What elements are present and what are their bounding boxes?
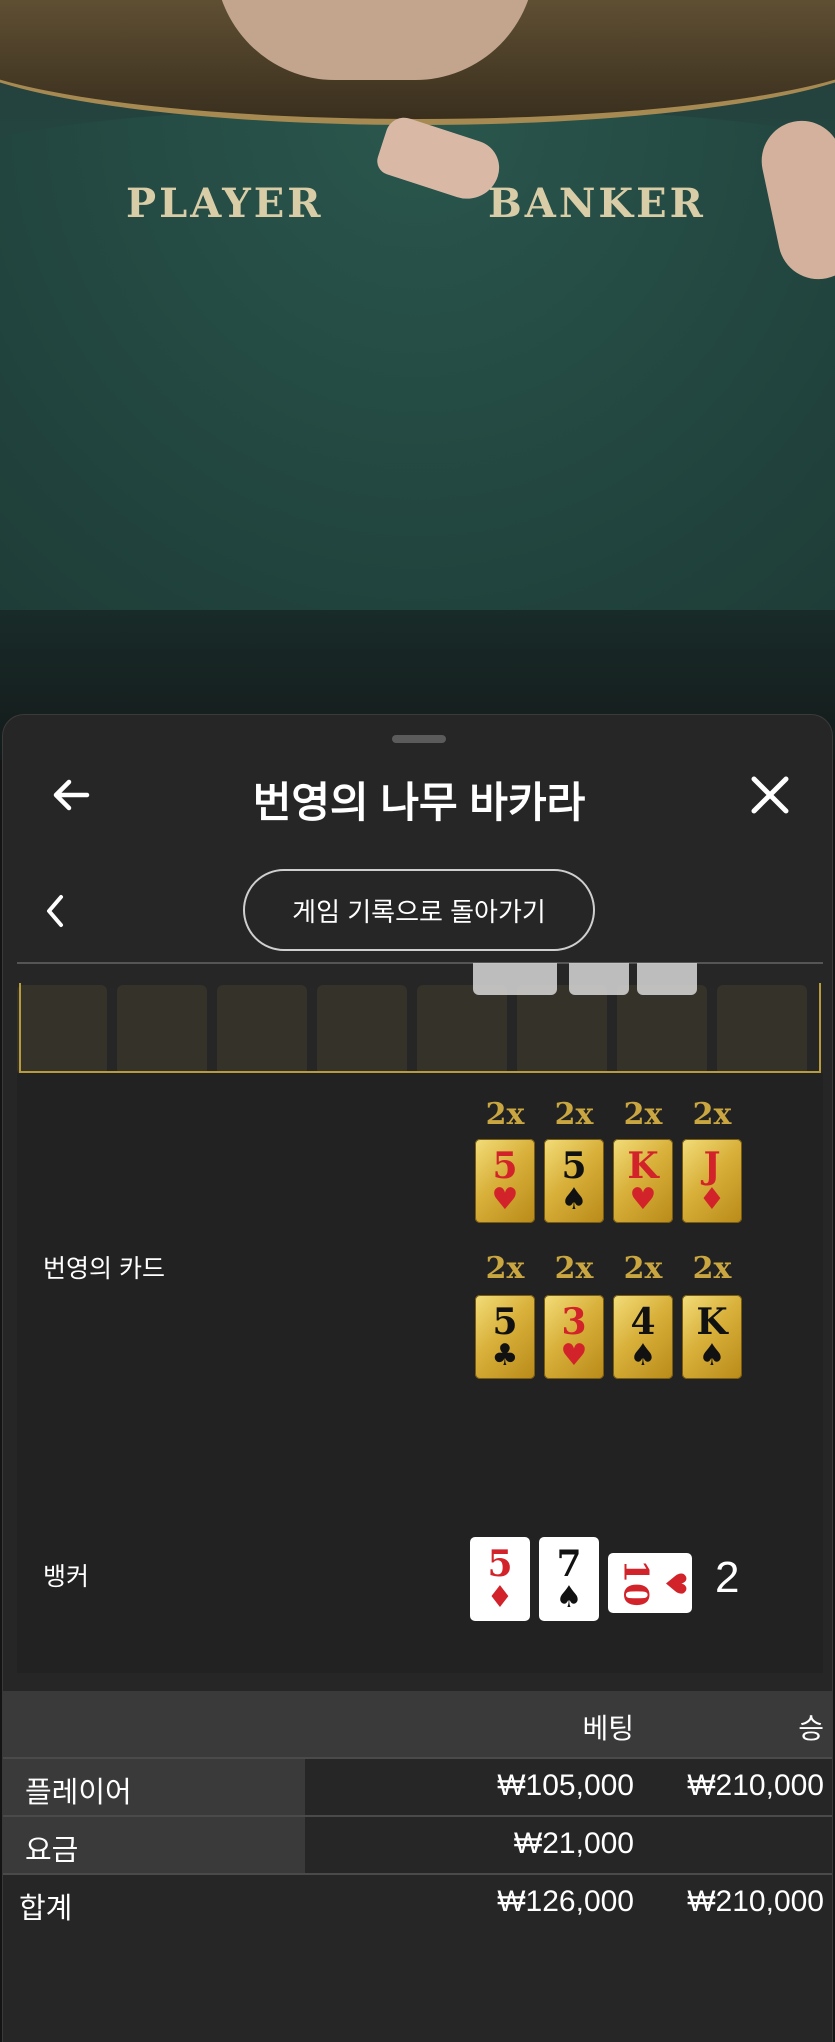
lucky-card: 3 ♥ bbox=[544, 1295, 604, 1379]
history-sheet: 번영의 나무 바카라 게임 기록으로 돌아가기 번영의 카드 2x 2x 2x … bbox=[2, 714, 833, 2042]
bet-column-header: 베팅 bbox=[582, 1713, 634, 1744]
highlight-frame bbox=[19, 983, 821, 1073]
multiplier-badge: 2x bbox=[623, 1097, 663, 1132]
banker-card: 7 ♠ bbox=[539, 1537, 599, 1621]
row-label: 요금 bbox=[25, 1835, 79, 1867]
divider bbox=[17, 962, 823, 964]
return-to-history-button[interactable]: 게임 기록으로 돌아가기 bbox=[243, 869, 595, 951]
bet-amount: ₩21,000 bbox=[513, 1827, 634, 1860]
close-icon[interactable] bbox=[746, 771, 794, 819]
total-win-amount: ₩210,000 bbox=[687, 1885, 824, 1918]
arrow-left-icon[interactable] bbox=[47, 771, 95, 819]
multiplier-badge: 2x bbox=[485, 1097, 525, 1132]
summary-row-total: 합계 ₩126,000 ₩210,000 bbox=[3, 1875, 832, 1933]
row-label: 플레이어 bbox=[25, 1777, 132, 1809]
table-label-player: PLAYER bbox=[126, 180, 324, 227]
lucky-card: 5 ♠ bbox=[544, 1139, 604, 1223]
live-video-feed: PLAYER BANKER bbox=[0, 0, 835, 760]
lucky-card: K ♥ bbox=[613, 1139, 673, 1223]
banker-card: 5 ♦ bbox=[470, 1537, 530, 1621]
multiplier-badge: 2x bbox=[554, 1251, 594, 1286]
lucky-card: 4 ♠ bbox=[613, 1295, 673, 1379]
drag-handle[interactable] bbox=[392, 735, 446, 743]
multiplier-badge: 2x bbox=[692, 1251, 732, 1286]
summary-header: 베팅 승 bbox=[3, 1691, 832, 1757]
summary-row-fee: 요금 ₩21,000 bbox=[3, 1817, 832, 1875]
win-amount: ₩210,000 bbox=[687, 1769, 824, 1802]
win-column-header: 승 bbox=[798, 1713, 824, 1744]
multiplier-badge: 2x bbox=[485, 1251, 525, 1286]
lucky-card: 5 ♣ bbox=[475, 1295, 535, 1379]
sheet-title: 번영의 나무 바카라 bbox=[252, 779, 586, 826]
banker-score: 2 bbox=[715, 1553, 740, 1602]
multiplier-badge: 2x bbox=[692, 1097, 732, 1132]
multiplier-badge: 2x bbox=[623, 1251, 663, 1286]
chevron-left-icon[interactable] bbox=[39, 891, 71, 931]
total-bet-amount: ₩126,000 bbox=[497, 1885, 634, 1918]
lucky-card: J ♦ bbox=[682, 1139, 742, 1223]
summary-row-player: 플레이어 ₩105,000 ₩210,000 bbox=[3, 1759, 832, 1817]
bet-amount: ₩105,000 bbox=[497, 1769, 634, 1802]
banker-card-third: 10 ♥ bbox=[608, 1553, 692, 1613]
lucky-card: 5 ♥ bbox=[475, 1139, 535, 1223]
banker-label: 뱅커 bbox=[43, 1563, 90, 1591]
total-label: 합계 bbox=[19, 1893, 73, 1925]
multiplier-badge: 2x bbox=[554, 1097, 594, 1132]
lucky-card: K ♠ bbox=[682, 1295, 742, 1379]
lucky-cards-label: 번영의 카드 bbox=[43, 1255, 165, 1283]
table-label-banker: BANKER bbox=[488, 180, 706, 227]
